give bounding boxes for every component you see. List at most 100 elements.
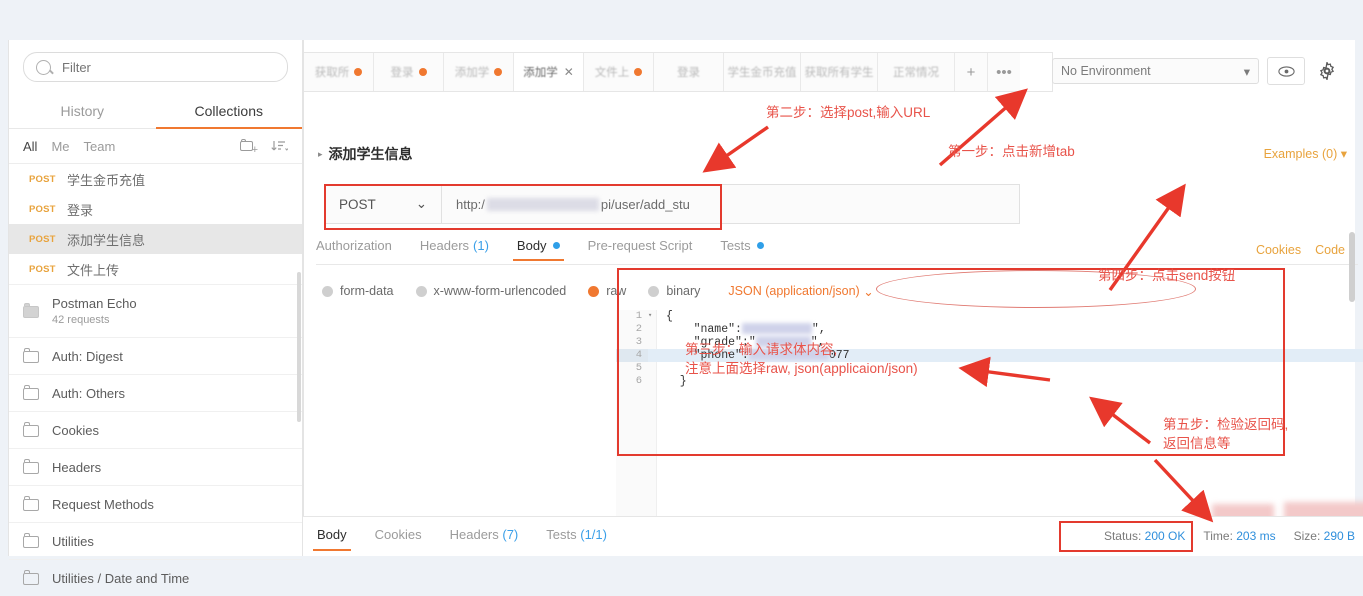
code-line: 2 "name": ",	[616, 323, 1363, 336]
tab-more-button[interactable]: •••	[988, 53, 1020, 91]
tests-count: (1/1)	[580, 527, 607, 542]
request-tab[interactable]: 获取所有学生	[801, 53, 878, 91]
scope-all[interactable]: All	[23, 139, 37, 154]
scope-team[interactable]: Team	[84, 139, 116, 154]
time-label: Time:	[1203, 529, 1233, 543]
request-tab[interactable]: 登录	[374, 53, 444, 91]
tab-response-cookies[interactable]: Cookies	[375, 527, 422, 551]
new-tab-button[interactable]: +	[955, 53, 988, 91]
eye-icon[interactable]	[1267, 57, 1305, 85]
collection-item[interactable]: Auth: Others	[9, 374, 302, 411]
line-number: 1	[635, 310, 642, 322]
expand-caret-icon[interactable]: ▸	[318, 149, 323, 160]
list-item-selected[interactable]: POST 添加学生信息	[9, 224, 302, 254]
body-type-binary[interactable]: binary	[648, 284, 700, 298]
fold-caret-icon[interactable]: ▾	[648, 310, 656, 323]
tab-history[interactable]: History	[9, 94, 156, 128]
tab-pre-request-script[interactable]: Pre-request Script	[588, 238, 693, 261]
tab-label: 添加学	[523, 67, 558, 79]
body-type-raw[interactable]: raw	[588, 284, 626, 298]
collection-name: Postman Echo	[52, 295, 137, 311]
body-type-urlencoded[interactable]: x-www-form-urlencoded	[415, 284, 566, 298]
cookies-link[interactable]: Cookies	[1256, 243, 1301, 257]
postman-window: History Collections All Me Team + POST 学…	[0, 0, 1363, 586]
request-tab[interactable]: 学生金币充值	[724, 53, 801, 91]
code-text: "grade":"	[666, 336, 756, 349]
collection-name: Request Methods	[52, 496, 154, 512]
scope-row: All Me Team +	[9, 129, 302, 164]
main-scrollbar[interactable]	[1349, 232, 1355, 302]
filter-area	[9, 40, 302, 90]
collection-item[interactable]: Utilities / Date and Time	[9, 559, 302, 596]
status-label: Status:	[1103, 529, 1142, 543]
tab-label: Cookies	[374, 527, 422, 542]
headers-count: (7)	[502, 527, 519, 542]
tab-collections[interactable]: Collections	[156, 94, 303, 128]
redacted-value	[755, 336, 811, 347]
code-line-active: 4 "phone": 077	[616, 349, 1363, 362]
request-tab-active[interactable]: 添加学 ✕	[514, 53, 584, 91]
request-tab[interactable]: 文件上	[584, 53, 654, 91]
environment-bar: No Environment ▾	[1052, 50, 1355, 92]
collection-item[interactable]: Postman Echo 42 requests	[9, 284, 302, 337]
new-folder-icon[interactable]: +	[240, 138, 258, 156]
tab-tests[interactable]: Tests	[720, 238, 764, 261]
list-item[interactable]: POST 登录	[9, 194, 302, 224]
request-tab[interactable]: 添加学	[444, 53, 514, 91]
redacted-value	[748, 349, 829, 360]
folder-icon	[23, 422, 40, 437]
code-line: 3 "grade":" ",	[616, 336, 1363, 349]
tab-response-tests[interactable]: Tests (1/1)	[546, 527, 607, 551]
tab-label: 登录	[390, 67, 414, 79]
collection-item[interactable]: Cookies	[9, 411, 302, 448]
editor-code[interactable]: 1 ▾ { 2 "name": ", 3 "grade":" ", 4 "phone":…	[616, 310, 1363, 388]
search-input[interactable]	[60, 58, 275, 76]
sort-icon[interactable]	[270, 139, 289, 153]
list-item[interactable]: POST 文件上传	[9, 254, 302, 284]
request-name: 文件上传	[67, 262, 120, 278]
line-number: 2	[635, 323, 642, 335]
time-value: 203 ms	[1236, 529, 1276, 543]
sidebar: History Collections All Me Team + POST 学…	[8, 40, 303, 586]
tab-headers[interactable]: Headers (1)	[420, 238, 489, 261]
body-editor[interactable]: 1 ▾ { 2 "name": ", 3 "grade":" ", 4 "phone":…	[616, 310, 1363, 552]
option-label: binary	[666, 284, 701, 298]
collection-item[interactable]: Request Methods	[9, 485, 302, 522]
tab-response-body[interactable]: Body	[313, 527, 351, 551]
request-tab[interactable]: 获取所	[304, 53, 374, 91]
close-icon[interactable]: ✕	[564, 65, 574, 79]
filter-box[interactable]	[23, 52, 288, 82]
code-text-tail: ",	[810, 336, 825, 349]
environment-select[interactable]: No Environment ▾	[1052, 58, 1259, 84]
search-icon	[36, 59, 51, 75]
radio-icon-selected	[588, 285, 600, 297]
collection-item[interactable]: Utilities	[9, 522, 302, 559]
request-tab-bar: 获取所 登录 添加学 添加学 ✕ 文件上 登录 学生金币充值 获取所有学生 正常情…	[304, 52, 1053, 92]
chevron-down-icon: ⌄	[863, 284, 874, 299]
scope-me[interactable]: Me	[51, 139, 69, 154]
tab-body[interactable]: Body	[512, 238, 564, 261]
gear-icon[interactable]	[1313, 58, 1341, 84]
size-value: 290 B	[1323, 529, 1355, 543]
method-badge: POST	[29, 203, 56, 215]
response-bar: Body Cookies Headers (7) Tests (1/1) Sta…	[303, 516, 1363, 556]
collection-name: Utilities	[52, 533, 94, 549]
status-badge: Status: 200 OK	[1104, 529, 1185, 543]
line-number: 5	[635, 362, 642, 374]
tab-authorization[interactable]: Authorization	[316, 238, 392, 261]
raw-format-select[interactable]: JSON (application/json) ⌄	[728, 284, 873, 299]
request-tab[interactable]: 正常情况	[878, 53, 955, 91]
sidebar-scrollbar[interactable]	[297, 272, 301, 422]
examples-link[interactable]: Examples (0) ▾	[1264, 146, 1347, 161]
code-text: "phone":	[666, 349, 749, 362]
code-link[interactable]: Code	[1315, 243, 1345, 257]
code-line: 6 }	[616, 375, 1363, 388]
raw-format-value: JSON (application/json)	[728, 284, 860, 298]
collection-item[interactable]: Auth: Digest	[9, 337, 302, 374]
collection-item[interactable]: Headers	[9, 448, 302, 485]
request-tab[interactable]: 登录	[654, 53, 724, 91]
list-item[interactable]: POST 学生金币充值	[9, 164, 302, 194]
option-label: form-data	[340, 284, 394, 298]
body-type-form-data[interactable]: form-data	[322, 284, 394, 298]
tab-response-headers[interactable]: Headers (7)	[450, 527, 519, 551]
